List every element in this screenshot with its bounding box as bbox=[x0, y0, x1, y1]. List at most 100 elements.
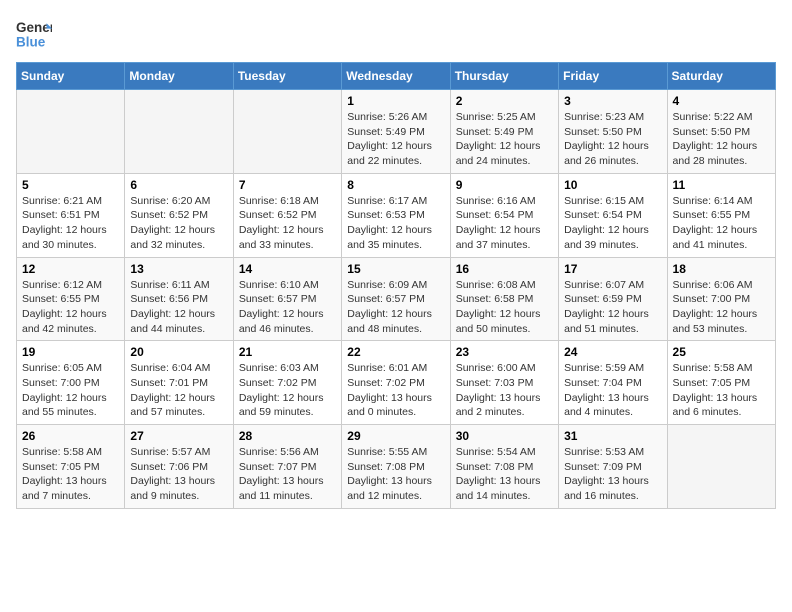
day-detail: Sunrise: 6:11 AMSunset: 6:56 PMDaylight:… bbox=[130, 278, 227, 337]
calendar-cell: 24Sunrise: 5:59 AMSunset: 7:04 PMDayligh… bbox=[559, 341, 667, 425]
day-detail: Sunrise: 6:15 AMSunset: 6:54 PMDaylight:… bbox=[564, 194, 661, 253]
day-detail: Sunrise: 5:57 AMSunset: 7:06 PMDaylight:… bbox=[130, 445, 227, 504]
svg-text:Blue: Blue bbox=[16, 35, 46, 50]
day-number: 2 bbox=[456, 94, 553, 108]
weekday-header: Friday bbox=[559, 63, 667, 90]
day-detail: Sunrise: 6:06 AMSunset: 7:00 PMDaylight:… bbox=[673, 278, 770, 337]
day-number: 6 bbox=[130, 178, 227, 192]
day-number: 23 bbox=[456, 345, 553, 359]
day-detail: Sunrise: 6:16 AMSunset: 6:54 PMDaylight:… bbox=[456, 194, 553, 253]
day-detail: Sunrise: 5:22 AMSunset: 5:50 PMDaylight:… bbox=[673, 110, 770, 169]
calendar-week-row: 1 Sunrise: 5:26 AMSunset: 5:49 PMDaylight… bbox=[17, 90, 776, 174]
day-detail: Sunrise: 5:58 AMSunset: 7:05 PMDaylight:… bbox=[673, 361, 770, 420]
calendar-cell: 29Sunrise: 5:55 AMSunset: 7:08 PMDayligh… bbox=[342, 425, 450, 509]
day-number: 31 bbox=[564, 429, 661, 443]
day-detail: Sunrise: 6:17 AMSunset: 6:53 PMDaylight:… bbox=[347, 194, 444, 253]
calendar-cell: 15Sunrise: 6:09 AMSunset: 6:57 PMDayligh… bbox=[342, 257, 450, 341]
day-detail: Sunrise: 6:01 AMSunset: 7:02 PMDaylight:… bbox=[347, 361, 444, 420]
day-number: 1 bbox=[347, 94, 444, 108]
calendar-cell: 21 Sunrise: 6:03 AMSunset: 7:02 PMDayligh… bbox=[233, 341, 341, 425]
calendar-cell: 4 Sunrise: 5:22 AMSunset: 5:50 PMDaylight… bbox=[667, 90, 775, 174]
calendar-cell: 30 Sunrise: 5:54 AMSunset: 7:08 PMDayligh… bbox=[450, 425, 558, 509]
day-number: 19 bbox=[22, 345, 119, 359]
day-number: 24 bbox=[564, 345, 661, 359]
day-detail: Sunrise: 5:53 AMSunset: 7:09 PMDaylight:… bbox=[564, 445, 661, 504]
calendar-week-row: 19 Sunrise: 6:05 AMSunset: 7:00 PMDayligh… bbox=[17, 341, 776, 425]
calendar-cell: 23Sunrise: 6:00 AMSunset: 7:03 PMDayligh… bbox=[450, 341, 558, 425]
calendar-cell: 27 Sunrise: 5:57 AMSunset: 7:06 PMDayligh… bbox=[125, 425, 233, 509]
day-number: 27 bbox=[130, 429, 227, 443]
day-detail: Sunrise: 6:07 AMSunset: 6:59 PMDaylight:… bbox=[564, 278, 661, 337]
day-detail: Sunrise: 5:56 AMSunset: 7:07 PMDaylight:… bbox=[239, 445, 336, 504]
day-detail: Sunrise: 6:03 AMSunset: 7:02 PMDaylight:… bbox=[239, 361, 336, 420]
day-number: 30 bbox=[456, 429, 553, 443]
logo: General Blue bbox=[16, 16, 52, 52]
day-detail: Sunrise: 6:10 AMSunset: 6:57 PMDaylight:… bbox=[239, 278, 336, 337]
calendar-cell: 28 Sunrise: 5:56 AMSunset: 7:07 PMDayligh… bbox=[233, 425, 341, 509]
calendar-cell: 2 Sunrise: 5:25 AMSunset: 5:49 PMDaylight… bbox=[450, 90, 558, 174]
calendar-table: SundayMondayTuesdayWednesdayThursdayFrid… bbox=[16, 62, 776, 509]
calendar-cell: 12Sunrise: 6:12 AMSunset: 6:55 PMDayligh… bbox=[17, 257, 125, 341]
weekday-header: Saturday bbox=[667, 63, 775, 90]
calendar-cell bbox=[233, 90, 341, 174]
day-number: 21 bbox=[239, 345, 336, 359]
day-detail: Sunrise: 5:23 AMSunset: 5:50 PMDaylight:… bbox=[564, 110, 661, 169]
day-number: 11 bbox=[673, 178, 770, 192]
day-number: 22 bbox=[347, 345, 444, 359]
calendar-cell: 3 Sunrise: 5:23 AMSunset: 5:50 PMDaylight… bbox=[559, 90, 667, 174]
calendar-header-row: SundayMondayTuesdayWednesdayThursdayFrid… bbox=[17, 63, 776, 90]
calendar-cell: 5 Sunrise: 6:21 AMSunset: 6:51 PMDaylight… bbox=[17, 173, 125, 257]
day-number: 9 bbox=[456, 178, 553, 192]
calendar-cell: 17 Sunrise: 6:07 AMSunset: 6:59 PMDayligh… bbox=[559, 257, 667, 341]
calendar-week-row: 5 Sunrise: 6:21 AMSunset: 6:51 PMDaylight… bbox=[17, 173, 776, 257]
day-detail: Sunrise: 6:14 AMSunset: 6:55 PMDaylight:… bbox=[673, 194, 770, 253]
day-detail: Sunrise: 5:25 AMSunset: 5:49 PMDaylight:… bbox=[456, 110, 553, 169]
day-number: 4 bbox=[673, 94, 770, 108]
calendar-cell: 7 Sunrise: 6:18 AMSunset: 6:52 PMDaylight… bbox=[233, 173, 341, 257]
day-number: 16 bbox=[456, 262, 553, 276]
page-header: General Blue bbox=[16, 16, 776, 52]
calendar-week-row: 12Sunrise: 6:12 AMSunset: 6:55 PMDayligh… bbox=[17, 257, 776, 341]
day-detail: Sunrise: 5:54 AMSunset: 7:08 PMDaylight:… bbox=[456, 445, 553, 504]
day-number: 7 bbox=[239, 178, 336, 192]
day-number: 14 bbox=[239, 262, 336, 276]
day-detail: Sunrise: 6:09 AMSunset: 6:57 PMDaylight:… bbox=[347, 278, 444, 337]
calendar-cell: 14 Sunrise: 6:10 AMSunset: 6:57 PMDayligh… bbox=[233, 257, 341, 341]
calendar-cell bbox=[17, 90, 125, 174]
day-detail: Sunrise: 6:05 AMSunset: 7:00 PMDaylight:… bbox=[22, 361, 119, 420]
day-number: 8 bbox=[347, 178, 444, 192]
calendar-cell: 9 Sunrise: 6:16 AMSunset: 6:54 PMDaylight… bbox=[450, 173, 558, 257]
day-detail: Sunrise: 5:26 AMSunset: 5:49 PMDaylight:… bbox=[347, 110, 444, 169]
calendar-cell: 19 Sunrise: 6:05 AMSunset: 7:00 PMDayligh… bbox=[17, 341, 125, 425]
calendar-cell bbox=[667, 425, 775, 509]
day-detail: Sunrise: 6:20 AMSunset: 6:52 PMDaylight:… bbox=[130, 194, 227, 253]
day-number: 13 bbox=[130, 262, 227, 276]
day-detail: Sunrise: 6:18 AMSunset: 6:52 PMDaylight:… bbox=[239, 194, 336, 253]
calendar-cell: 25Sunrise: 5:58 AMSunset: 7:05 PMDayligh… bbox=[667, 341, 775, 425]
weekday-header: Monday bbox=[125, 63, 233, 90]
day-detail: Sunrise: 6:21 AMSunset: 6:51 PMDaylight:… bbox=[22, 194, 119, 253]
calendar-cell: 8 Sunrise: 6:17 AMSunset: 6:53 PMDaylight… bbox=[342, 173, 450, 257]
calendar-cell: 10 Sunrise: 6:15 AMSunset: 6:54 PMDayligh… bbox=[559, 173, 667, 257]
weekday-header: Wednesday bbox=[342, 63, 450, 90]
weekday-header: Thursday bbox=[450, 63, 558, 90]
day-number: 28 bbox=[239, 429, 336, 443]
calendar-week-row: 26Sunrise: 5:58 AMSunset: 7:05 PMDayligh… bbox=[17, 425, 776, 509]
day-detail: Sunrise: 6:12 AMSunset: 6:55 PMDaylight:… bbox=[22, 278, 119, 337]
calendar-cell: 13 Sunrise: 6:11 AMSunset: 6:56 PMDayligh… bbox=[125, 257, 233, 341]
day-number: 17 bbox=[564, 262, 661, 276]
calendar-cell: 16Sunrise: 6:08 AMSunset: 6:58 PMDayligh… bbox=[450, 257, 558, 341]
day-detail: Sunrise: 6:04 AMSunset: 7:01 PMDaylight:… bbox=[130, 361, 227, 420]
calendar-cell: 31 Sunrise: 5:53 AMSunset: 7:09 PMDayligh… bbox=[559, 425, 667, 509]
calendar-cell: 18Sunrise: 6:06 AMSunset: 7:00 PMDayligh… bbox=[667, 257, 775, 341]
calendar-cell: 20Sunrise: 6:04 AMSunset: 7:01 PMDayligh… bbox=[125, 341, 233, 425]
weekday-header: Tuesday bbox=[233, 63, 341, 90]
calendar-cell: 22 Sunrise: 6:01 AMSunset: 7:02 PMDayligh… bbox=[342, 341, 450, 425]
day-number: 10 bbox=[564, 178, 661, 192]
calendar-cell: 26Sunrise: 5:58 AMSunset: 7:05 PMDayligh… bbox=[17, 425, 125, 509]
day-number: 5 bbox=[22, 178, 119, 192]
calendar-cell bbox=[125, 90, 233, 174]
day-number: 29 bbox=[347, 429, 444, 443]
day-number: 3 bbox=[564, 94, 661, 108]
day-number: 26 bbox=[22, 429, 119, 443]
